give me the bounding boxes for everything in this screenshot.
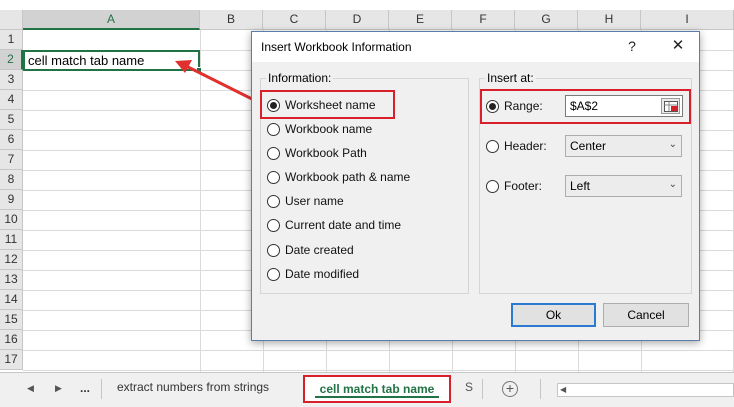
radio-icon[interactable] — [267, 146, 280, 160]
option-label: Date created — [285, 243, 354, 257]
option-label: Worksheet name — [285, 98, 376, 112]
insert-workbook-information-dialog: Insert Workbook Information ? ✕ Informat… — [251, 31, 700, 341]
option-footer[interactable]: Footer: — [486, 177, 542, 195]
tab-cell-match-tab-name[interactable]: cell match tab name — [303, 375, 451, 403]
dialog-titlebar[interactable]: Insert Workbook Information ? ✕ — [252, 32, 699, 62]
horizontal-scrollbar[interactable]: ◀ — [557, 383, 734, 397]
row-header-15[interactable]: 15 — [0, 310, 23, 330]
option-workbook-path[interactable]: Workbook Path — [267, 144, 367, 162]
radio-icon[interactable] — [486, 139, 499, 153]
row-header-8[interactable]: 8 — [0, 170, 23, 190]
option-label: User name — [285, 194, 344, 208]
header-select[interactable]: Center ⌄ — [565, 135, 682, 157]
row-header-3[interactable]: 3 — [0, 70, 23, 90]
option-range[interactable]: Range: — [486, 97, 543, 115]
ok-button[interactable]: Ok — [511, 303, 596, 327]
header-select-value: Center — [570, 139, 607, 153]
dialog-title: Insert Workbook Information — [261, 40, 412, 54]
option-header[interactable]: Header: — [486, 137, 547, 155]
option-label: Date modified — [285, 267, 360, 281]
row-header-12[interactable]: 12 — [0, 250, 23, 270]
insert-at-group-label: Insert at: — [485, 71, 536, 85]
option-user-name[interactable]: User name — [267, 192, 344, 210]
radio-selected-icon[interactable] — [486, 99, 499, 113]
option-date-modified[interactable]: Date modified — [267, 265, 359, 283]
row-header-10[interactable]: 10 — [0, 210, 23, 230]
tab-extract-numbers-from-strings[interactable]: extract numbers from strings — [117, 380, 269, 394]
column-header-g[interactable]: G — [515, 10, 578, 30]
tab-separator — [482, 379, 483, 399]
option-date-created[interactable]: Date created — [267, 241, 354, 259]
row-header-5[interactable]: 5 — [0, 110, 23, 130]
sheet-tab-bar: ◀ ▶ ... extract numbers from strings cel… — [0, 372, 734, 407]
radio-icon[interactable] — [267, 122, 280, 136]
column-header-d[interactable]: D — [326, 10, 389, 30]
row-header-11[interactable]: 11 — [0, 230, 23, 250]
option-label: Workbook name — [285, 122, 373, 136]
option-worksheet-name[interactable]: Worksheet name — [267, 96, 376, 114]
row-header-2[interactable]: 2 — [0, 50, 23, 70]
column-header-b[interactable]: B — [200, 10, 263, 30]
range-select-button[interactable] — [661, 98, 680, 114]
next-sheet-icon[interactable]: ▶ — [55, 383, 62, 394]
option-label: Current date and time — [285, 218, 402, 232]
option-workbook-name[interactable]: Workbook name — [267, 120, 372, 138]
row-header-16[interactable]: 16 — [0, 330, 23, 350]
radio-icon[interactable] — [267, 218, 280, 232]
footer-select-value: Left — [570, 179, 591, 193]
row-header-14[interactable]: 14 — [0, 290, 23, 310]
active-tab-label: cell match tab name — [319, 382, 435, 396]
chevron-down-icon: ⌄ — [668, 139, 677, 150]
range-input[interactable]: $A$2 — [565, 95, 683, 117]
row-header-13[interactable]: 13 — [0, 270, 23, 290]
row-header-9[interactable]: 9 — [0, 190, 23, 210]
radio-selected-icon[interactable] — [267, 98, 280, 112]
scroll-left-icon[interactable]: ◀ — [560, 385, 566, 394]
column-header-f[interactable]: F — [452, 10, 515, 30]
row-header-1[interactable]: 1 — [0, 30, 23, 50]
row-header-17[interactable]: 17 — [0, 350, 23, 370]
cell-a2-value: cell match tab name — [28, 53, 145, 68]
information-group-label: Information: — [266, 71, 334, 85]
column-header-i[interactable]: I — [641, 10, 734, 30]
previous-sheet-icon[interactable]: ◀ — [27, 383, 34, 394]
column-header-a[interactable]: A — [23, 10, 200, 30]
tab-separator — [540, 379, 541, 399]
chevron-down-icon: ⌄ — [668, 179, 677, 190]
radio-icon[interactable] — [267, 194, 280, 208]
row-header-4[interactable]: 4 — [0, 90, 23, 110]
column-header-e[interactable]: E — [389, 10, 452, 30]
range-value: $A$2 — [570, 99, 599, 113]
gridline — [23, 350, 734, 351]
option-label: Header: — [504, 139, 547, 153]
tab-partial[interactable]: S — [465, 380, 473, 394]
option-label: Workbook Path — [285, 146, 367, 160]
footer-select[interactable]: Left ⌄ — [565, 175, 682, 197]
option-label: Workbook path & name — [285, 170, 411, 184]
radio-icon[interactable] — [267, 267, 280, 281]
row-header-6[interactable]: 6 — [0, 130, 23, 150]
option-current-date-time[interactable]: Current date and time — [267, 216, 401, 234]
active-tab-underline — [315, 396, 439, 398]
column-header-c[interactable]: C — [263, 10, 326, 30]
help-button[interactable]: ? — [622, 36, 642, 56]
add-sheet-button[interactable]: + — [502, 381, 518, 397]
radio-icon[interactable] — [267, 243, 280, 257]
range-select-icon — [664, 101, 678, 112]
option-label: Footer: — [504, 179, 543, 193]
callout-arrow — [175, 60, 253, 101]
option-label: Range: — [504, 99, 543, 113]
option-workbook-path-and-name[interactable]: Workbook path & name — [267, 168, 410, 186]
column-header-h[interactable]: H — [578, 10, 641, 30]
more-sheets-button[interactable]: ... — [80, 381, 90, 395]
close-button[interactable]: ✕ — [666, 36, 690, 56]
row-header-7[interactable]: 7 — [0, 150, 23, 170]
tab-separator — [101, 379, 102, 399]
radio-icon[interactable] — [267, 170, 280, 184]
radio-icon[interactable] — [486, 179, 499, 193]
gridline — [23, 370, 734, 371]
select-all-corner[interactable] — [0, 10, 23, 30]
cancel-button[interactable]: Cancel — [603, 303, 689, 327]
